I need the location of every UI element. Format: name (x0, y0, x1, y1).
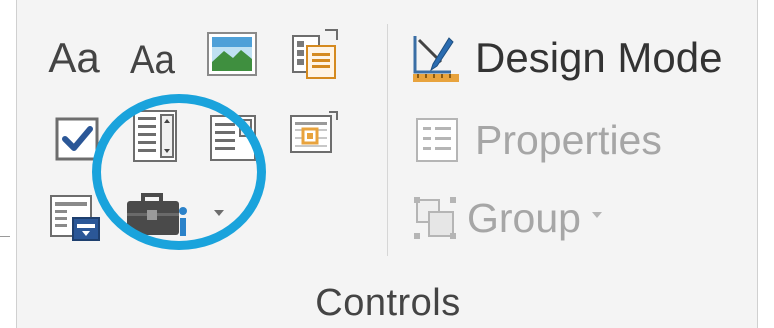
design-mode-label: Design Mode (475, 34, 723, 81)
repeating-section-content-control-button[interactable] (45, 190, 107, 246)
date-picker-content-control-icon (290, 111, 338, 153)
checkbox-content-control-icon (55, 117, 99, 161)
combo-box-content-control-button[interactable] (127, 106, 183, 166)
properties-label: Properties (475, 116, 662, 163)
drop-down-list-content-control-icon (210, 115, 256, 161)
legacy-tools-button[interactable] (125, 188, 225, 244)
repeating-section-content-control-icon (50, 195, 100, 241)
legacy-tools-dropdown-arrow-icon (214, 210, 224, 216)
controls-group-label: Controls (315, 282, 461, 324)
plain-text-content-control-button[interactable]: Aa (119, 30, 185, 90)
rich-text-content-control-icon: Aa (48, 34, 100, 81)
properties-icon (416, 118, 458, 162)
combo-box-content-control-icon (133, 110, 177, 162)
plain-text-content-control-icon: Aa (129, 38, 175, 82)
legacy-tools-icon (127, 193, 187, 236)
building-block-gallery-control-button[interactable] (287, 24, 343, 84)
group-button[interactable]: Group (413, 186, 603, 250)
group-separator (387, 24, 388, 256)
properties-button[interactable]: Properties (415, 108, 662, 172)
drop-down-list-content-control-button[interactable] (205, 110, 261, 166)
date-picker-content-control-button[interactable] (285, 106, 343, 160)
group-dropdown-arrow-icon (591, 212, 602, 218)
design-mode-icon (413, 36, 459, 82)
building-block-gallery-control-icon (292, 29, 338, 79)
picture-content-control-button[interactable] (203, 28, 261, 80)
controls-ribbon-group: Aa Aa Design Mode Properties Group Contr… (16, 0, 758, 328)
checkbox-content-control-button[interactable] (51, 112, 105, 166)
left-edge-tick (0, 236, 10, 237)
group-icon (414, 197, 456, 239)
design-mode-button[interactable]: Design Mode (411, 26, 722, 90)
group-label: Group (467, 194, 581, 241)
picture-content-control-icon (207, 32, 257, 76)
rich-text-content-control-button[interactable]: Aa (39, 28, 109, 88)
